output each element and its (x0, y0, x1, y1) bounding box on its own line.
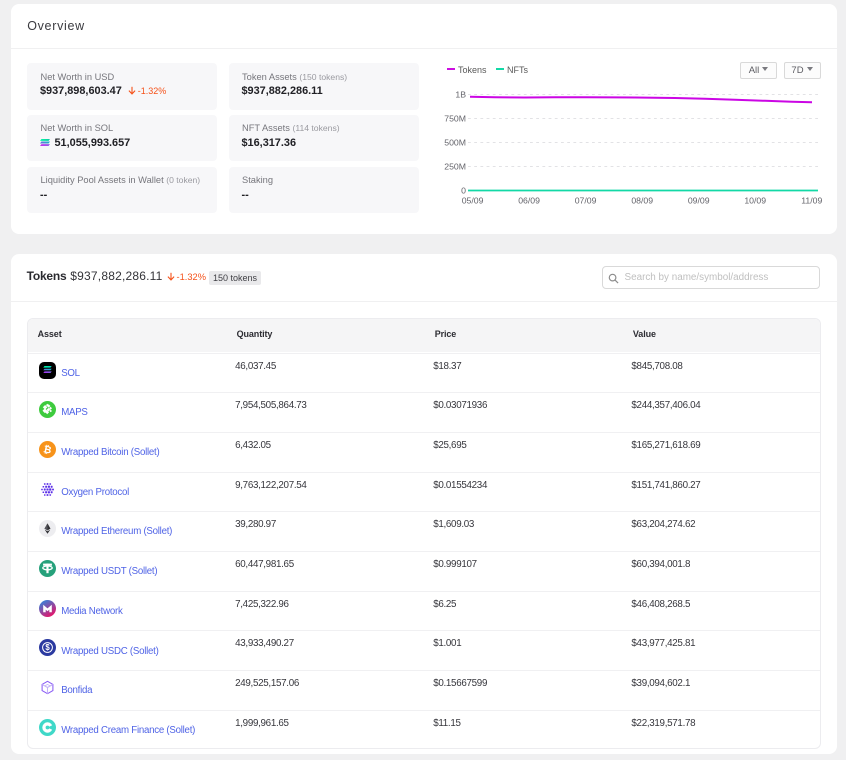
svg-text:500M: 500M (444, 138, 466, 148)
svg-text:11/09: 11/09 (801, 196, 822, 206)
svg-text:05/09: 05/09 (462, 196, 484, 206)
svg-text:09/09: 09/09 (688, 196, 710, 206)
svg-text:250M: 250M (444, 162, 466, 172)
svg-text:$: $ (45, 644, 50, 653)
svg-text:10/09: 10/09 (744, 196, 766, 206)
svg-text:07/09: 07/09 (575, 196, 597, 206)
svg-text:1B: 1B (455, 90, 466, 100)
svg-text:06/09: 06/09 (518, 196, 540, 206)
svg-text:08/09: 08/09 (631, 196, 653, 206)
svg-text:750M: 750M (444, 114, 466, 124)
svg-text:0: 0 (461, 186, 466, 196)
